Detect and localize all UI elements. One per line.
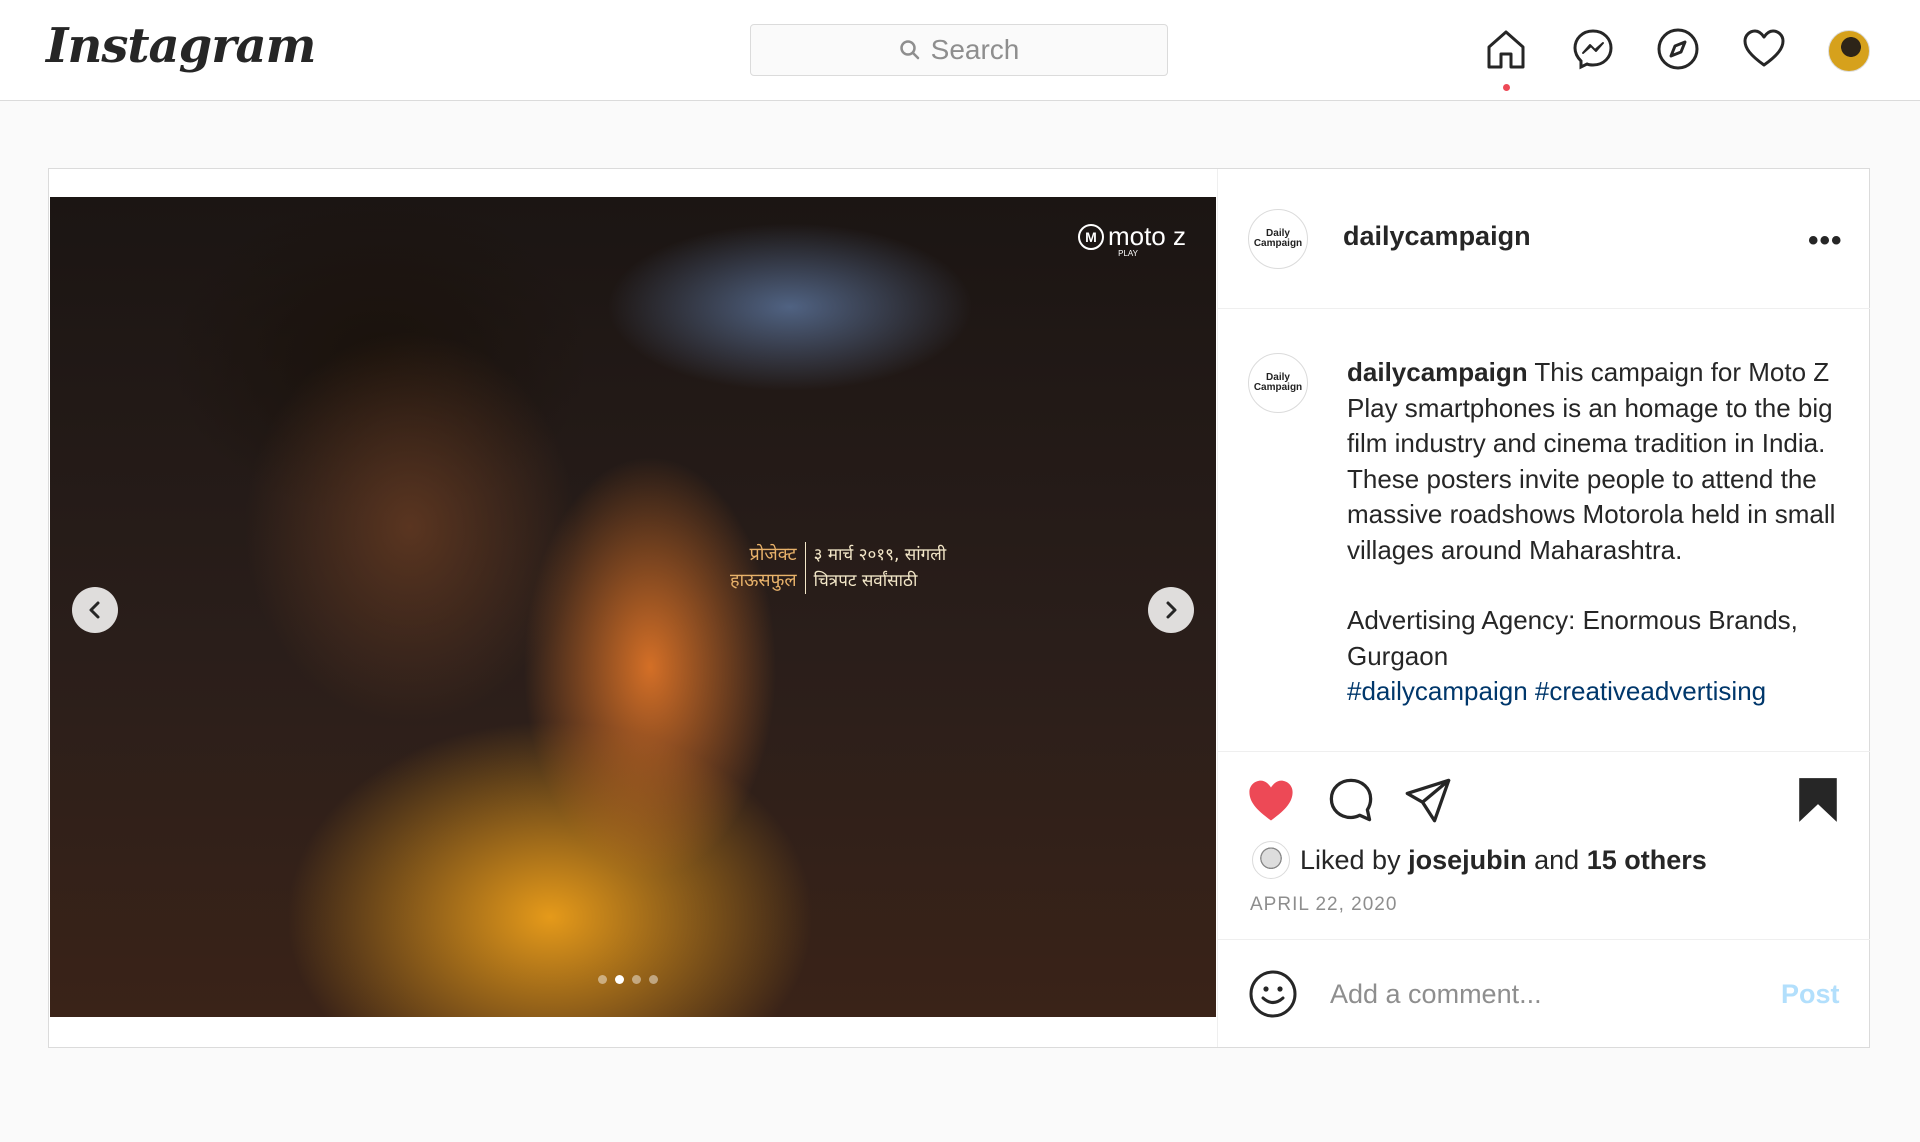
post-card: M moto z PLAY प्रोजेक्ट हाऊसफुल ३ मार्च … bbox=[48, 168, 1870, 1048]
post-sidebar: Daily Campaign dailycampaign ••• Daily C… bbox=[1217, 169, 1870, 1047]
caption-agency: Advertising Agency: Enormous Brands, Gur… bbox=[1347, 605, 1798, 671]
chevron-left-icon bbox=[89, 601, 100, 619]
likes-others[interactable]: 15 others bbox=[1587, 845, 1707, 876]
poster-title: प्रोजेक्ट हाऊसफुल bbox=[730, 542, 806, 594]
instagram-logo[interactable]: Instagram bbox=[46, 18, 316, 74]
search-input[interactable]: Search bbox=[750, 24, 1168, 76]
poster-details: ३ मार्च २०१९, सांगली चित्रपट सर्वांसाठी bbox=[814, 542, 947, 594]
motorola-m-icon: M bbox=[1077, 223, 1104, 250]
home-notification-dot bbox=[1503, 84, 1510, 91]
home-icon[interactable] bbox=[1483, 26, 1529, 72]
comment-input[interactable]: Add a comment... bbox=[1330, 979, 1542, 1010]
likes-and: and bbox=[1534, 844, 1580, 875]
divider bbox=[1218, 939, 1870, 940]
chevron-right-icon bbox=[1166, 601, 1177, 619]
carousel-dot bbox=[649, 975, 658, 984]
carousel-dot bbox=[598, 975, 607, 984]
carousel-dots bbox=[598, 975, 658, 984]
carousel-next-button[interactable] bbox=[1148, 587, 1194, 633]
poster-tagline: चित्रपट सर्वांसाठी bbox=[813, 571, 918, 591]
caption-avatar[interactable]: Daily Campaign bbox=[1248, 353, 1308, 413]
top-navbar: Instagram Search bbox=[0, 0, 1920, 101]
comment-icon[interactable] bbox=[1326, 775, 1376, 825]
likes-user[interactable]: josejubin bbox=[1408, 845, 1527, 876]
likes-summary: Liked by josejubin and 15 others bbox=[1252, 841, 1707, 879]
divider bbox=[1218, 751, 1870, 752]
activity-heart-icon[interactable] bbox=[1741, 26, 1787, 72]
post-date[interactable]: APRIL 22, 2020 bbox=[1250, 894, 1397, 916]
profile-avatar[interactable] bbox=[1828, 30, 1870, 72]
search-icon bbox=[899, 40, 919, 60]
motorola-logo: M moto z PLAY bbox=[1077, 221, 1186, 258]
like-heart-icon[interactable] bbox=[1246, 775, 1296, 825]
post-comment-button[interactable]: Post bbox=[1781, 979, 1840, 1010]
emoji-icon[interactable] bbox=[1248, 969, 1298, 1019]
messenger-icon[interactable] bbox=[1570, 26, 1616, 72]
carousel-dot bbox=[632, 975, 641, 984]
brand-name: moto z bbox=[1107, 221, 1186, 251]
poster-title-line-1: प्रोजेक्ट bbox=[749, 544, 797, 565]
post-image[interactable]: M moto z PLAY प्रोजेक्ट हाऊसफुल ३ मार्च … bbox=[50, 197, 1216, 1017]
likes-prefix: Liked by bbox=[1300, 844, 1401, 875]
poster-title-line-2: हाऊसफुल bbox=[730, 570, 797, 591]
brand-sub: PLAY bbox=[1118, 249, 1138, 258]
explore-icon[interactable] bbox=[1655, 26, 1701, 72]
liker-avatar[interactable] bbox=[1252, 841, 1290, 879]
carousel-dot-active bbox=[615, 975, 624, 984]
post-header: Daily Campaign dailycampaign ••• bbox=[1218, 169, 1870, 309]
caption-username[interactable]: dailycampaign bbox=[1347, 357, 1528, 387]
caption-hashtags[interactable]: #dailycampaign #creativeadvertising bbox=[1347, 674, 1847, 710]
poster-text: प्रोजेक्ट हाऊसफुल ३ मार्च २०१९, सांगली च… bbox=[730, 542, 946, 594]
carousel-prev-button[interactable] bbox=[72, 587, 118, 633]
more-options-icon[interactable]: ••• bbox=[1808, 224, 1843, 258]
post-caption: dailycampaign This campaign for Moto Z P… bbox=[1347, 355, 1847, 710]
bookmark-icon[interactable] bbox=[1793, 775, 1843, 825]
caption-text: This campaign for Moto Z Play smartphone… bbox=[1347, 357, 1836, 565]
share-icon[interactable] bbox=[1403, 775, 1453, 825]
author-username[interactable]: dailycampaign bbox=[1343, 221, 1531, 252]
author-avatar[interactable]: Daily Campaign bbox=[1248, 209, 1308, 269]
search-placeholder: Search bbox=[930, 34, 1020, 65]
poster-date: ३ मार्च २०१९, सांगली bbox=[813, 545, 947, 565]
